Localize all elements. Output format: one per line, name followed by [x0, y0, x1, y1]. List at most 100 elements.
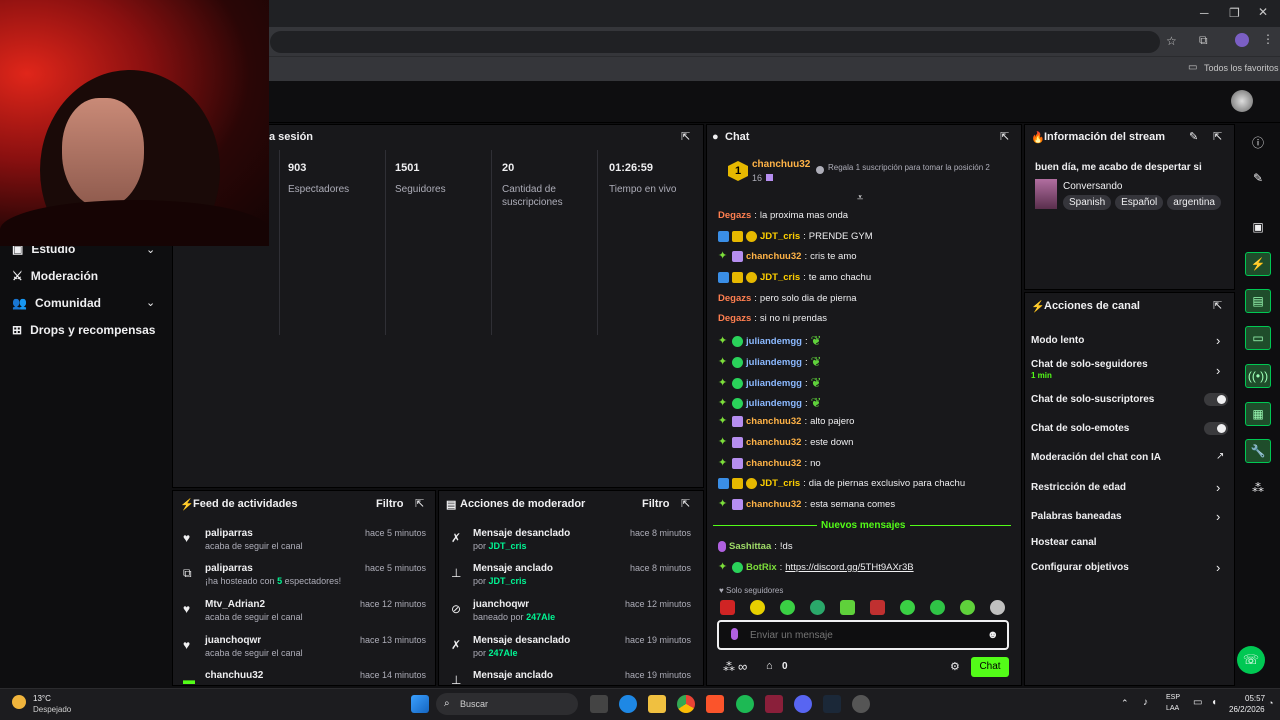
emote-icon[interactable]: [720, 600, 735, 615]
feed-filter-button[interactable]: Filtro: [376, 498, 404, 510]
steam-icon[interactable]: [823, 695, 841, 713]
emote-icon[interactable]: [810, 600, 825, 615]
all-bookmarks-label[interactable]: Todos los favoritos: [1204, 63, 1279, 73]
chat-username[interactable]: juliandemgg: [746, 336, 802, 347]
windows-start-icon[interactable]: [411, 695, 429, 713]
chevron-up-icon[interactable]: ⌃: [1121, 698, 1129, 709]
chat-username[interactable]: JDT_cris: [760, 272, 800, 283]
category-name[interactable]: Conversando: [1063, 181, 1122, 192]
tag[interactable]: Spanish: [1063, 195, 1112, 210]
weather-icon[interactable]: [12, 695, 26, 709]
menu-icon[interactable]: ⋮: [1262, 32, 1274, 46]
chevron-right-icon[interactable]: ›: [1216, 480, 1220, 495]
chat-link[interactable]: https://discord.gg/5THt9AXr3B: [785, 562, 913, 573]
help-button[interactable]: ☏: [1237, 646, 1265, 674]
tag[interactable]: argentina: [1167, 195, 1221, 210]
chat-username[interactable]: JDT_cris: [760, 478, 800, 489]
chevron-right-icon[interactable]: ›: [1216, 363, 1220, 378]
brave-icon[interactable]: [706, 695, 724, 713]
discord-icon[interactable]: [794, 695, 812, 713]
subs-only-toggle[interactable]: [1204, 393, 1228, 406]
close-icon[interactable]: ✕: [1258, 5, 1268, 19]
minimize-icon[interactable]: ─: [1200, 6, 1209, 20]
mod-filter-button[interactable]: Filtro: [642, 498, 670, 510]
edge-icon[interactable]: [619, 695, 637, 713]
volume-icon[interactable]: ◖: [1211, 697, 1217, 708]
popout-icon[interactable]: ⇱: [1213, 299, 1222, 312]
maximize-icon[interactable]: ❐: [1229, 6, 1240, 20]
emote-icon[interactable]: [930, 600, 945, 615]
chat-username[interactable]: BotRix: [746, 562, 777, 573]
edit-icon[interactable]: ✎: [1189, 130, 1198, 143]
feed-username[interactable]: paliparras: [205, 528, 253, 539]
folder-icon[interactable]: [648, 695, 666, 713]
send-chat-button[interactable]: Chat: [971, 657, 1009, 677]
popout-icon[interactable]: ⇱: [1213, 130, 1222, 143]
pinned-username[interactable]: chanchuu32: [752, 159, 810, 170]
chat-username[interactable]: Sashittaa: [729, 541, 771, 552]
notifications-icon[interactable]: ◔: [1268, 698, 1273, 708]
chevron-right-icon[interactable]: ›: [1216, 509, 1220, 524]
popout-icon[interactable]: ⇱: [681, 497, 690, 510]
chat-bubble-icon[interactable]: ▭: [1245, 326, 1271, 350]
mod-user[interactable]: JDT_cris: [489, 576, 527, 586]
chat-username[interactable]: Degazs: [718, 293, 751, 304]
chevron-right-icon[interactable]: ›: [1216, 560, 1220, 575]
clock-date[interactable]: 26/2/2026: [1229, 705, 1265, 714]
pencil-icon[interactable]: ✎: [1245, 166, 1271, 190]
avatar[interactable]: [1231, 90, 1253, 112]
language-secondary[interactable]: LAA: [1166, 705, 1179, 712]
popout-icon[interactable]: ⇱: [681, 130, 690, 143]
mod-user[interactable]: 247Ale: [489, 648, 518, 658]
info-icon[interactable]: ⓘ: [1245, 130, 1271, 154]
chat-username[interactable]: chanchuu32: [746, 499, 801, 510]
sidebar-item-comunidad[interactable]: 👥 Comunidad: [12, 296, 101, 310]
category-thumbnail[interactable]: [1035, 179, 1057, 209]
action-followers-only[interactable]: Chat de solo-seguidores: [1031, 359, 1148, 370]
chat-username[interactable]: chanchuu32: [746, 416, 801, 427]
chevron-down-icon[interactable]: ⌄: [146, 296, 155, 309]
clock-time[interactable]: 05:57: [1245, 694, 1265, 703]
popout-icon[interactable]: ⇱: [1000, 130, 1009, 143]
store-icon[interactable]: ⌂: [766, 660, 773, 672]
document-icon[interactable]: ▤: [1245, 289, 1271, 313]
taskbar-search[interactable]: [436, 693, 578, 715]
feed-username[interactable]: chanchuu32: [205, 670, 263, 681]
mod-user[interactable]: JDT_cris: [489, 541, 527, 551]
profile-icon[interactable]: [1235, 33, 1249, 47]
chat-username[interactable]: chanchuu32: [746, 437, 801, 448]
obs-icon[interactable]: [852, 695, 870, 713]
emote-icon[interactable]: [840, 600, 855, 615]
action-banned-words[interactable]: Palabras baneadas: [1031, 511, 1122, 522]
emote-icon[interactable]: [780, 600, 795, 615]
bookmark-star-icon[interactable]: ☆: [1166, 34, 1177, 48]
new-messages-label[interactable]: Nuevos mensajes: [817, 520, 910, 531]
screen-icon[interactable]: ▣: [1245, 215, 1271, 239]
spotify-icon[interactable]: [736, 695, 754, 713]
chat-username[interactable]: juliandemgg: [746, 357, 802, 368]
users-icon[interactable]: ⁂: [1245, 476, 1271, 500]
action-slow-mode[interactable]: Modo lento: [1031, 335, 1084, 346]
emoji-icon[interactable]: ☻: [987, 629, 999, 641]
chat-username[interactable]: Degazs: [718, 313, 751, 324]
extensions-icon[interactable]: ⧉: [1199, 33, 1208, 48]
action-goals[interactable]: Configurar objetivos: [1031, 562, 1129, 573]
chat-username[interactable]: juliandemgg: [746, 398, 802, 409]
action-host-channel[interactable]: Hostear canal: [1031, 537, 1097, 548]
chat-username[interactable]: chanchuu32: [746, 458, 801, 469]
mod-user[interactable]: 247Ale: [526, 612, 555, 622]
sidebar-item-moderacion[interactable]: ⚔ Moderación: [12, 269, 98, 283]
action-ai-moderation[interactable]: Moderación del chat con IA: [1031, 452, 1161, 463]
sidebar-item-drops[interactable]: ⊞ Drops y recompensas: [12, 323, 155, 337]
language-primary[interactable]: ESP: [1166, 694, 1180, 701]
task-view-icon[interactable]: [590, 695, 608, 713]
feed-username[interactable]: paliparras: [205, 563, 253, 574]
emotes-only-toggle[interactable]: [1204, 422, 1228, 435]
emote-icon[interactable]: [900, 600, 915, 615]
gear-icon[interactable]: ⚙: [950, 660, 960, 673]
chat-username[interactable]: Degazs: [718, 210, 751, 221]
chevron-right-icon[interactable]: ›: [1216, 333, 1220, 348]
broadcast-icon[interactable]: ((•)): [1245, 364, 1271, 388]
emote-icon[interactable]: [870, 600, 885, 615]
action-age-restriction[interactable]: Restricción de edad: [1031, 482, 1126, 493]
